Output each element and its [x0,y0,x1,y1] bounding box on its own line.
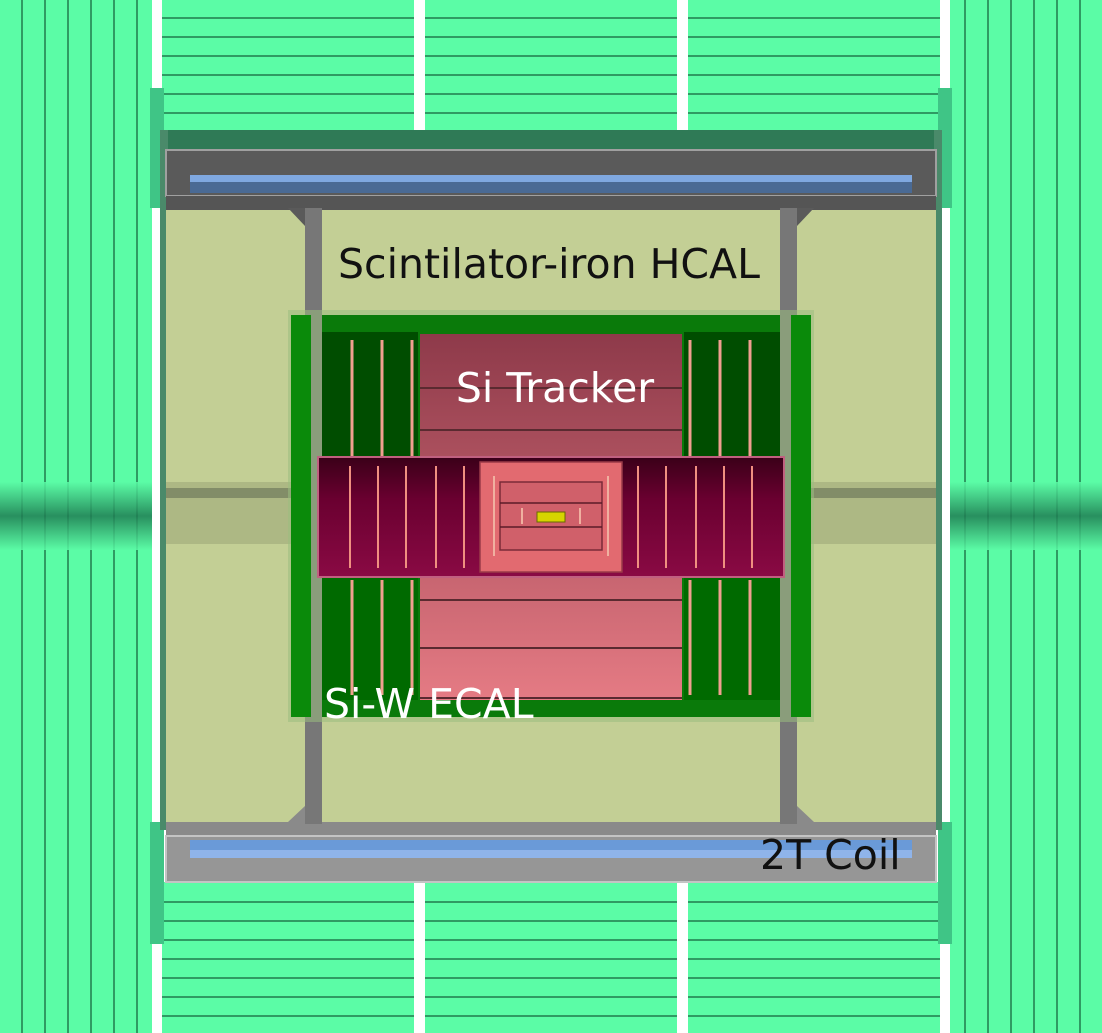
coil-top [165,149,937,210]
muon-left-block [0,0,152,1033]
beam-pipe [536,511,566,523]
label-si-w-ecal: Si-W ECAL [324,680,534,728]
label-si-tracker: Si Tracker [456,364,654,412]
muon-edge-strip [938,822,952,944]
detector-diagram: Scintilator-iron HCAL Si Tracker Si-W EC… [0,0,1102,1033]
muon-right-block [950,0,1102,1033]
muon-top-blocks [162,0,940,135]
label-hcal: Scintilator-iron HCAL [338,240,760,288]
detector-cross-section: Scintilator-iron HCAL Si Tracker Si-W EC… [0,0,1102,1033]
muon-edge-strip [150,822,164,944]
muon-bottom-blocks [162,882,940,1033]
label-2t-coil: 2T Coil [760,831,901,879]
ecal-endcap-band [317,456,785,578]
